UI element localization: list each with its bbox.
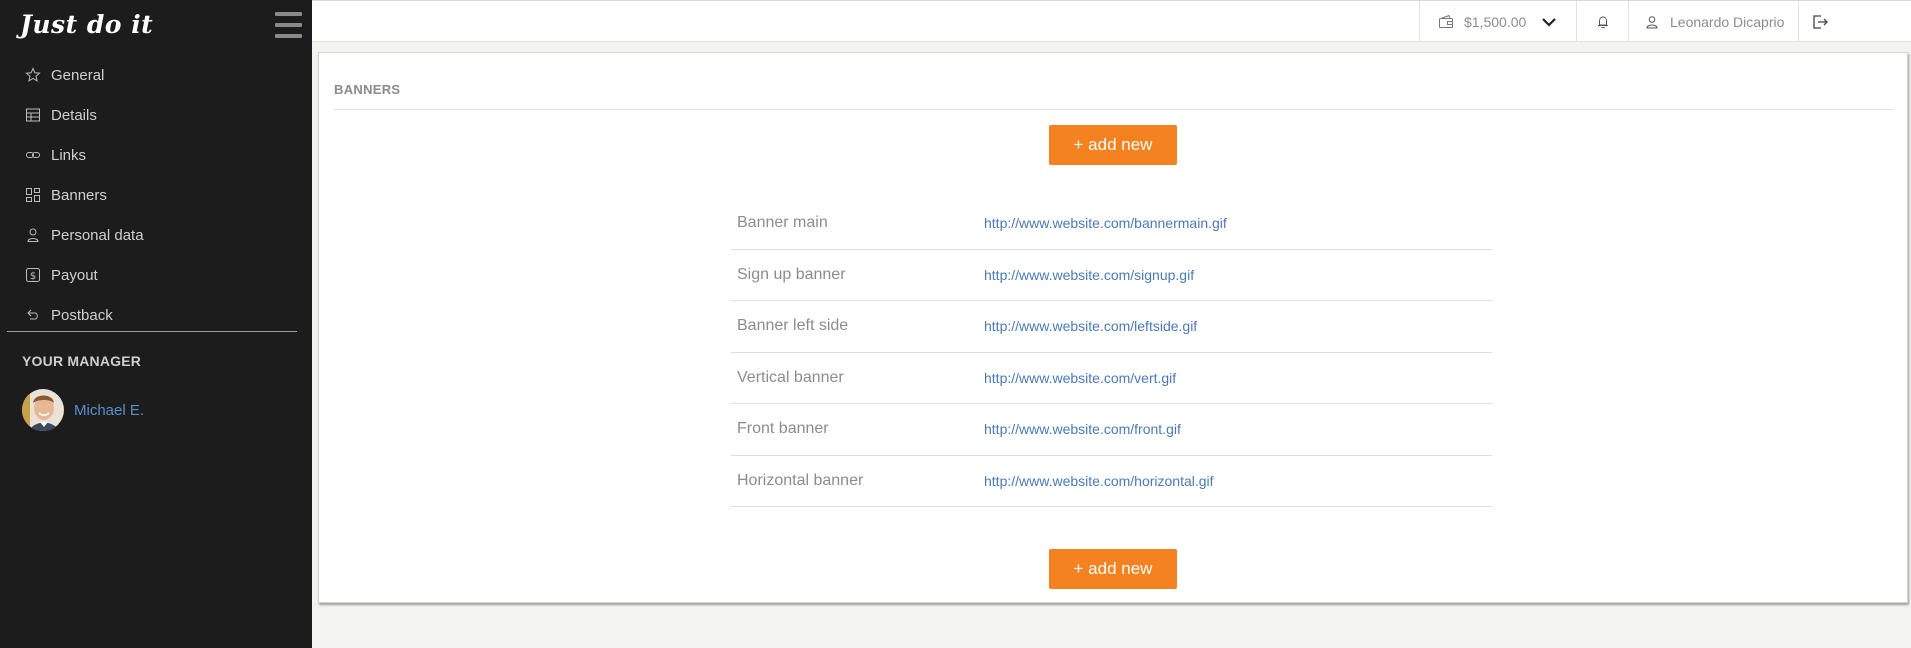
sidebar-item-label: Personal data — [51, 226, 144, 244]
topbar: $1,500.00 Leonardo Dicaprio — [312, 0, 1911, 42]
banner-name: Banner main — [737, 214, 828, 232]
svg-text:$: $ — [30, 271, 36, 282]
table-row: Banner main http://www.website.com/banne… — [731, 198, 1492, 250]
sidebar: Just do it General Details Links Banners… — [0, 0, 312, 648]
banners-table: Banner main http://www.website.com/banne… — [731, 198, 1492, 507]
sidebar-item-label: General — [51, 66, 105, 84]
user-icon — [1646, 15, 1658, 28]
banner-name: Front banner — [737, 420, 829, 438]
user-menu[interactable]: Leonardo Dicaprio — [1628, 1, 1798, 42]
banner-url-link[interactable]: http://www.website.com/leftside.gif — [984, 318, 1197, 334]
manager-card[interactable]: Michael E. — [22, 389, 144, 431]
banners-panel: BANNERS + add new Banner main http://www… — [318, 52, 1908, 603]
logout-button[interactable] — [1798, 1, 1843, 42]
sidebar-item-payout[interactable]: $ Payout — [0, 255, 312, 295]
add-new-button-bottom[interactable]: + add new — [1049, 549, 1177, 589]
link-icon — [26, 152, 40, 158]
sidebar-item-banners[interactable]: Banners — [0, 175, 312, 215]
sidebar-item-label: Links — [51, 146, 87, 164]
sidebar-item-label: Payout — [51, 266, 98, 284]
sidebar-divider — [7, 331, 297, 332]
table-row: Vertical banner http://www.website.com/v… — [731, 353, 1492, 404]
wallet-icon — [1439, 14, 1453, 28]
banner-url-link[interactable]: http://www.website.com/front.gif — [984, 421, 1181, 437]
add-new-button-top[interactable]: + add new — [1049, 125, 1177, 165]
banner-name: Sign up banner — [737, 265, 846, 283]
manager-title: YOUR MANAGER — [22, 353, 142, 369]
banner-url-link[interactable]: http://www.website.com/horizontal.gif — [984, 473, 1214, 489]
sidebar-item-personal-data[interactable]: Personal data — [0, 215, 312, 255]
logout-icon — [1813, 14, 1828, 29]
banner-name: Horizontal banner — [737, 471, 864, 489]
bell-icon — [1597, 15, 1608, 28]
table-row: Sign up banner http://www.website.com/si… — [731, 250, 1492, 301]
page-title: BANNERS — [334, 82, 401, 97]
banner-name: Banner left side — [737, 317, 849, 335]
banner-url-link[interactable]: http://www.website.com/signup.gif — [984, 267, 1194, 283]
balance-dropdown[interactable]: $1,500.00 — [1419, 1, 1576, 42]
sidebar-nav: General Details Links Banners Personal d… — [0, 55, 312, 335]
undo-icon — [27, 309, 38, 320]
star-icon — [25, 67, 41, 82]
balance-amount: $1,500.00 — [1464, 13, 1527, 30]
sidebar-item-links[interactable]: Links — [0, 135, 312, 175]
title-divider — [334, 109, 1893, 110]
banner-url-link[interactable]: http://www.website.com/bannermain.gif — [984, 215, 1227, 231]
chevron-down-icon — [1542, 17, 1557, 27]
sidebar-item-label: Postback — [51, 306, 113, 324]
sidebar-item-label: Banners — [51, 186, 107, 204]
sidebar-item-postback[interactable]: Postback — [0, 295, 312, 335]
sidebar-item-details[interactable]: Details — [0, 95, 312, 135]
sidebar-item-label: Details — [51, 106, 97, 124]
notifications-button[interactable] — [1576, 1, 1628, 42]
banner-url-link[interactable]: http://www.website.com/vert.gif — [984, 370, 1176, 386]
sidebar-item-general[interactable]: General — [0, 55, 312, 95]
user-icon — [27, 228, 39, 242]
user-name: Leonardo Dicaprio — [1670, 13, 1785, 30]
table-row: Horizontal banner http://www.website.com… — [731, 456, 1492, 507]
banner-name: Vertical banner — [737, 368, 844, 386]
grid-icon — [26, 188, 40, 202]
manager-name[interactable]: Michael E. — [74, 402, 144, 419]
dollar-icon: $ — [26, 268, 40, 282]
table-row: Front banner http://www.website.com/fron… — [731, 404, 1492, 456]
table-row: Banner left side http://www.website.com/… — [731, 301, 1492, 353]
brand-logo[interactable]: Just do it — [20, 10, 153, 39]
hamburger-menu-icon[interactable] — [275, 12, 302, 38]
details-icon — [26, 108, 40, 122]
avatar — [22, 389, 64, 431]
